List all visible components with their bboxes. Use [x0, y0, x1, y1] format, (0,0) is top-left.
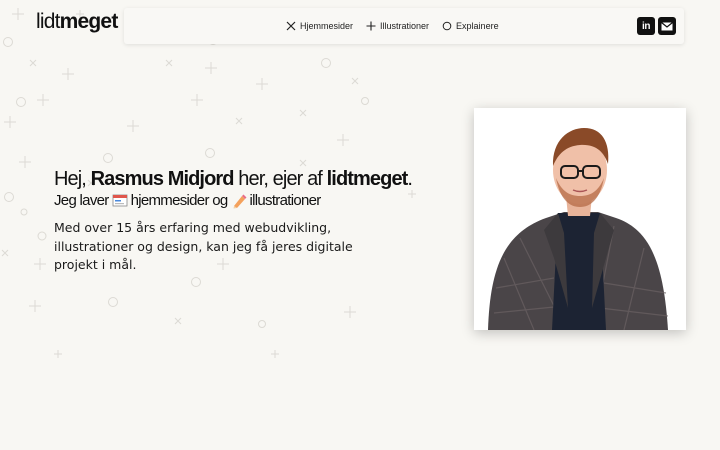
nav-item-label: Explainere	[456, 21, 499, 31]
nav-menu: Hjemmesider Illustrationer Explainere	[286, 8, 499, 44]
linkedin-button[interactable]: in	[637, 17, 655, 35]
nav-item-label: Hjemmesider	[300, 21, 354, 31]
hero-title: Hej, Rasmus Midjord her, ejer af lidtmeg…	[54, 168, 413, 191]
navigation-bar: Hjemmesider Illustrationer Explainere in	[124, 8, 684, 44]
hero-subtitle: Jeg laver hjemmesider og illustrationer	[54, 192, 321, 209]
webpage-icon	[112, 194, 127, 206]
hero-sub-end: illustrationer	[249, 192, 322, 209]
circle-icon	[442, 21, 452, 31]
plus-icon	[366, 21, 376, 31]
hero-sub-prefix: Jeg laver	[54, 192, 109, 209]
hero-title-middle: her, ejer af	[233, 168, 327, 190]
nav-item-explainere[interactable]: Explainere	[442, 21, 499, 31]
hero-description: Med over 15 års erfaring med webudviklin…	[54, 220, 353, 272]
hero-brand: lidtmeget	[326, 168, 409, 190]
linkedin-icon: in	[642, 20, 650, 32]
nav-item-illustrationer[interactable]: Illustrationer	[366, 21, 429, 31]
logo-text-light: lidt	[36, 10, 60, 33]
site-logo[interactable]: lidtmeget	[36, 10, 118, 34]
pencil-eraser-icon	[233, 194, 246, 208]
hero-greeting: Hej,	[54, 168, 91, 190]
cross-icon	[286, 21, 296, 31]
logo-text-bold: meget	[59, 10, 119, 33]
nav-item-label: Illustrationer	[380, 21, 430, 31]
portrait-photo	[474, 108, 686, 330]
social-links: in	[637, 17, 676, 35]
hero-name: Rasmus Midjord	[90, 168, 235, 190]
mail-icon	[661, 21, 673, 30]
nav-item-hjemmesider[interactable]: Hjemmesider	[286, 21, 353, 31]
mail-button[interactable]	[658, 17, 676, 35]
portrait-illustration	[474, 108, 686, 330]
hero-title-end: .	[407, 168, 413, 190]
hero-sub-middle: hjemmesider og	[130, 192, 229, 209]
